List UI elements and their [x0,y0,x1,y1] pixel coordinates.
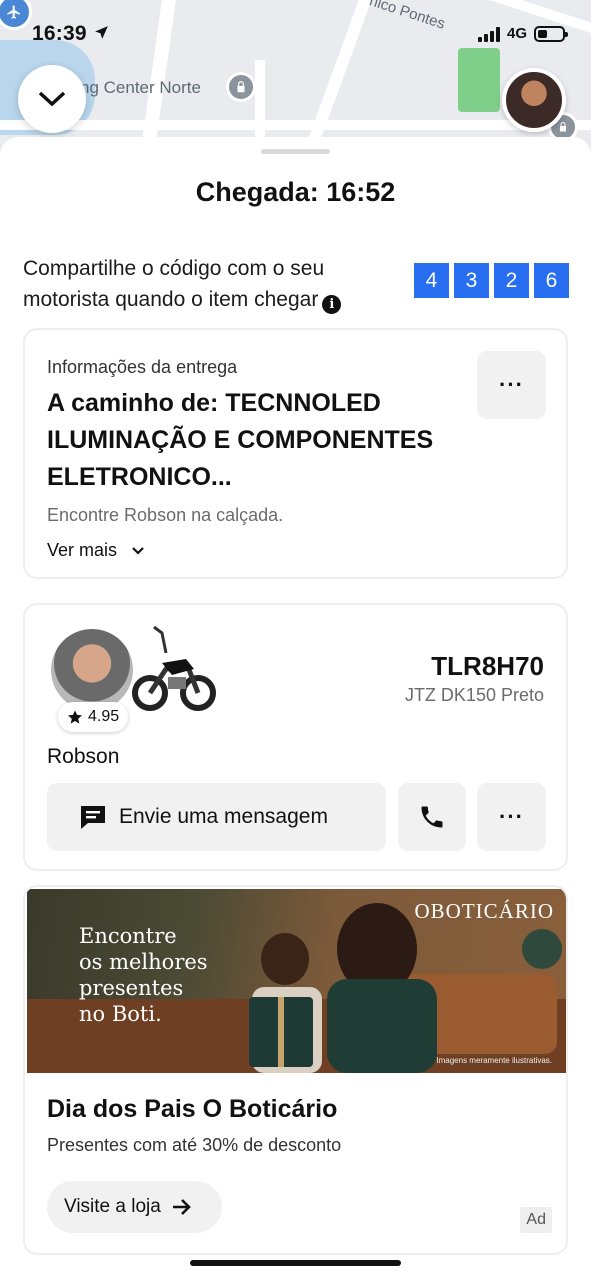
chevron-down-icon [132,547,144,555]
rating-value: 4.95 [88,708,120,725]
arrow-right-icon [172,1199,191,1215]
ad-badge: Ad [520,1207,552,1233]
map-label-street: nico Pontes [367,0,448,33]
info-icon[interactable]: i [322,295,342,314]
vehicle-model: JTZ DK150 Preto [404,685,544,705]
arrival-time: Chegada: 16:52 [195,177,396,207]
pin-code-prompt: Compartilhe o código com o seu motorista… [23,257,325,311]
ad-disclaimer: Imagens meramente ilustrativas. [436,1056,552,1065]
ad-headline: Encontre os melhores presentes no Boti. [79,924,208,1026]
lock-pin-icon [226,72,256,102]
ad-brand-logo: OBOTICÁRIO [414,899,554,923]
call-button[interactable] [398,783,466,851]
airport-pin-icon [0,0,32,30]
star-icon [68,710,82,724]
drag-handle[interactable] [261,149,330,154]
delivery-section-label: Informações da entrega [47,357,238,377]
chevron-down-icon [38,91,66,107]
driver-photo [51,629,133,711]
signal-icon [477,26,500,42]
see-more-label: Ver mais [47,540,118,560]
license-plate: TLR8H70 [431,651,544,681]
visit-store-label: Visite a loja [64,1196,161,1217]
pin-digit: 2 [494,263,529,298]
network-type: 4G [506,25,527,42]
send-message-button[interactable]: Envie uma mensagem [47,783,386,851]
visit-store-button[interactable]: Visite a loja [47,1181,222,1233]
map-label-center-norte: ng Center Norte [80,78,201,97]
battery-icon [534,25,568,42]
pin-code: 4 3 2 6 [414,263,569,298]
ad-title: Dia dos Pais O Boticário [47,1095,338,1123]
user-avatar[interactable] [502,68,566,132]
message-icon [81,806,105,829]
ad-subtitle: Presentes com até 30% de desconto [47,1135,342,1155]
motorcycle-image [132,625,216,711]
status-time-text: 16:39 [32,22,87,45]
delivery-note: Encontre Robson na calçada. [47,505,284,525]
see-more-button[interactable]: Ver mais [47,540,145,561]
location-arrow-icon [94,26,108,39]
map-road [0,120,591,130]
pin-digit: 6 [534,263,569,298]
collapse-button[interactable] [18,65,86,133]
status-indicators: 4G [477,25,568,42]
pin-code-instructions: Compartilhe o código com o seu motorista… [23,253,403,315]
trip-sheet: Chegada: 16:52 Compartilhe o código com … [0,137,591,1280]
driver-rating: 4.95 [58,702,129,732]
driver-name: Robson [47,745,120,768]
delivery-info-card: Informações da entrega A caminho de: TEC… [23,328,568,579]
ad-card[interactable]: Encontre os melhores presentes no Boti. … [23,885,568,1255]
map-park [458,48,500,112]
driver-more-button[interactable]: ··· [477,783,546,851]
driver-card: 4.95 TLR8H70 JTZ DK150 Preto Robson Envi… [23,603,568,871]
delivery-destination: A caminho de: TECNNOLED ILUMINAÇÃO E COM… [47,389,434,491]
send-message-label: Envie uma mensagem [119,805,328,828]
phone-icon [421,806,443,828]
home-indicator[interactable] [190,1260,401,1266]
ad-banner-image[interactable]: Encontre os melhores presentes no Boti. … [27,889,566,1073]
pin-digit: 3 [454,263,489,298]
delivery-more-button[interactable]: ··· [477,351,546,419]
status-time: 16:39 [32,22,110,46]
pin-digit: 4 [414,263,449,298]
